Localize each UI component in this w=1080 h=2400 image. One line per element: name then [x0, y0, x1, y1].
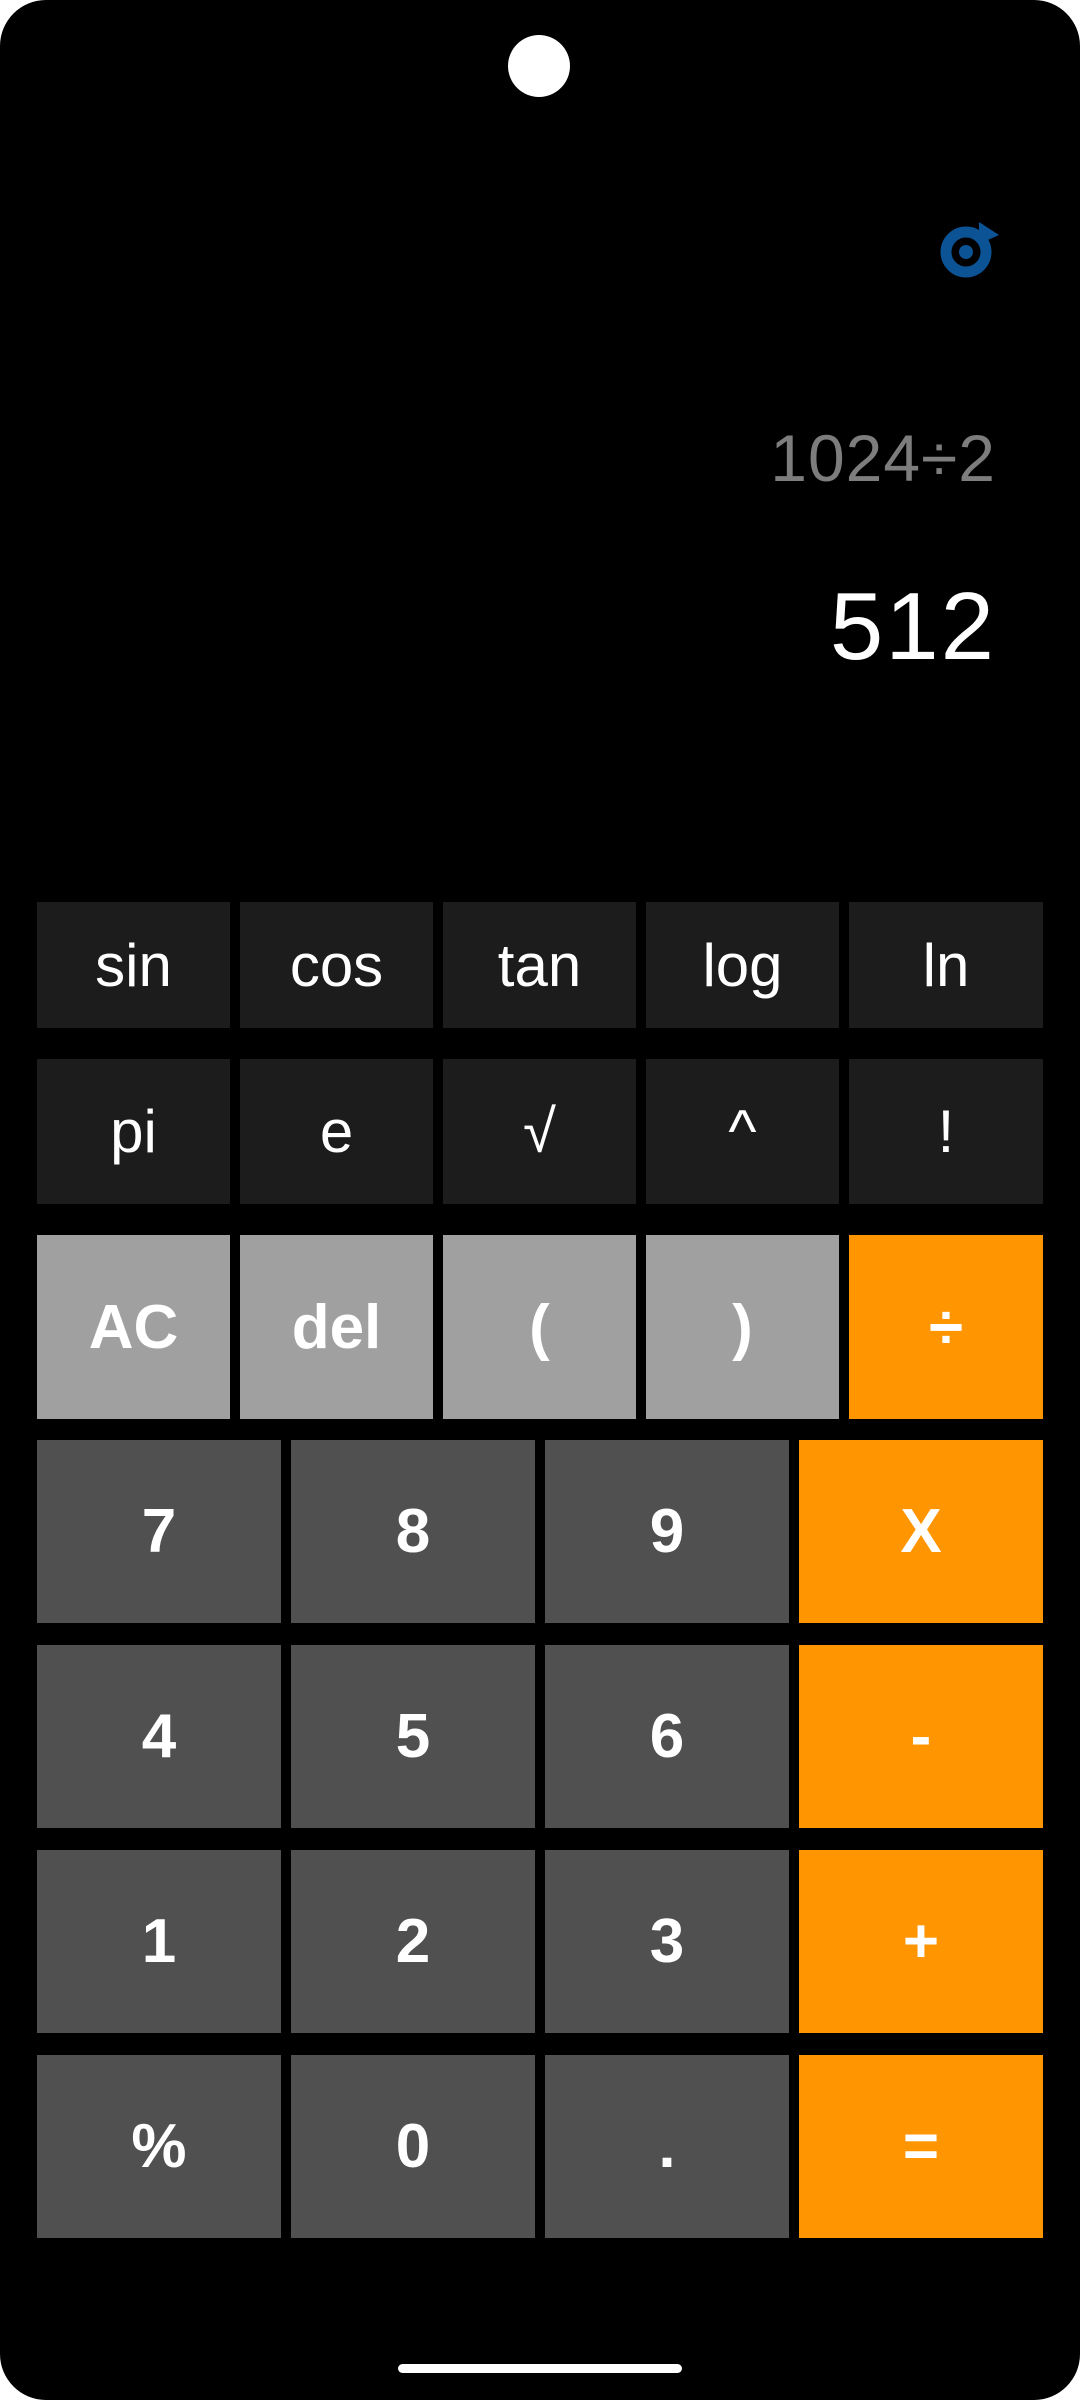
- expression-display: 1024÷2: [770, 421, 996, 495]
- ln-button[interactable]: ln: [849, 902, 1043, 1028]
- open-paren-button[interactable]: (: [443, 1235, 636, 1419]
- digit-7-button[interactable]: 7: [37, 1440, 281, 1623]
- power-button[interactable]: ^: [646, 1059, 839, 1204]
- divide-button[interactable]: ÷: [849, 1235, 1043, 1419]
- digit-0-button[interactable]: 0: [291, 2055, 535, 2238]
- clear-button[interactable]: AC: [37, 1235, 230, 1419]
- factorial-button[interactable]: !: [849, 1059, 1043, 1204]
- add-button[interactable]: +: [799, 1850, 1043, 2033]
- refresh-button[interactable]: [930, 212, 1006, 288]
- calculator-screen: 1024÷2 512 sin cos tan log ln pi e √ ^ !…: [0, 0, 1080, 2400]
- digit-2-button[interactable]: 2: [291, 1850, 535, 2033]
- digit-3-button[interactable]: 3: [545, 1850, 789, 2033]
- sin-button[interactable]: sin: [37, 902, 230, 1028]
- digit-6-button[interactable]: 6: [545, 1645, 789, 1828]
- home-indicator[interactable]: [398, 2364, 682, 2373]
- close-paren-button[interactable]: ): [646, 1235, 839, 1419]
- pi-button[interactable]: pi: [37, 1059, 230, 1204]
- digit-4-button[interactable]: 4: [37, 1645, 281, 1828]
- digit-8-button[interactable]: 8: [291, 1440, 535, 1623]
- tan-button[interactable]: tan: [443, 902, 636, 1028]
- digit-5-button[interactable]: 5: [291, 1645, 535, 1828]
- front-camera: [508, 35, 570, 97]
- refresh-icon: [940, 222, 999, 278]
- percent-button[interactable]: %: [37, 2055, 281, 2238]
- equals-button[interactable]: =: [799, 2055, 1043, 2238]
- sqrt-button[interactable]: √: [443, 1059, 636, 1204]
- delete-button[interactable]: del: [240, 1235, 433, 1419]
- cos-button[interactable]: cos: [240, 902, 433, 1028]
- result-display: 512: [829, 573, 996, 680]
- e-button[interactable]: e: [240, 1059, 433, 1204]
- subtract-button[interactable]: -: [799, 1645, 1043, 1828]
- log-button[interactable]: log: [646, 902, 839, 1028]
- multiply-button[interactable]: X: [799, 1440, 1043, 1623]
- digit-1-button[interactable]: 1: [37, 1850, 281, 2033]
- digit-9-button[interactable]: 9: [545, 1440, 789, 1623]
- decimal-button[interactable]: .: [545, 2055, 789, 2238]
